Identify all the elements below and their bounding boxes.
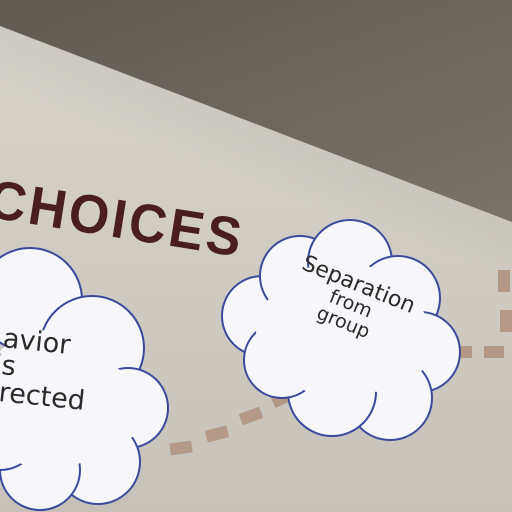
cloud-left-text: avior is irected — [0, 323, 108, 417]
classroom-wall-photo: CHOICES Separation from group avior is i… — [0, 0, 512, 512]
clouds-and-path — [0, 219, 512, 511]
